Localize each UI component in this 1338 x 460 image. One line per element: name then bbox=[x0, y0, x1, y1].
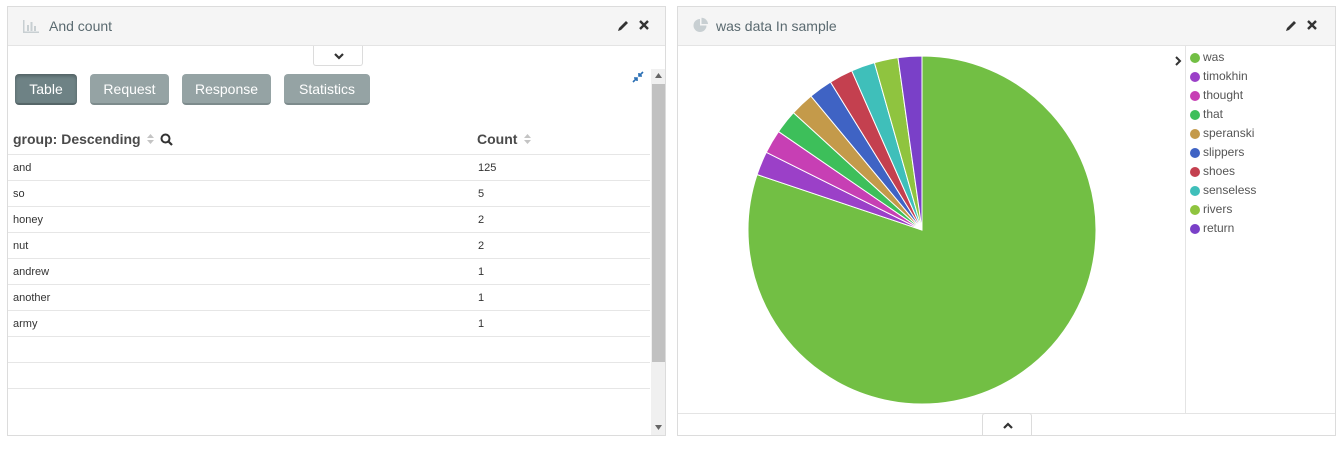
legend-label: slippers bbox=[1203, 145, 1245, 159]
search-icon[interactable] bbox=[160, 133, 174, 146]
column-header-group[interactable]: group: Descending bbox=[13, 131, 174, 147]
legend-label: return bbox=[1203, 221, 1235, 235]
cell-group: and bbox=[13, 162, 32, 174]
tab-response[interactable]: Response bbox=[182, 74, 271, 105]
scroll-up-icon[interactable] bbox=[655, 73, 662, 78]
chevron-down-icon bbox=[334, 53, 344, 60]
legend-dot-icon bbox=[1190, 167, 1200, 177]
tab-request[interactable]: Request bbox=[90, 74, 169, 105]
collapse-tab[interactable] bbox=[313, 46, 363, 66]
table-row: nut 2 bbox=[8, 232, 650, 258]
cell-group: so bbox=[13, 188, 25, 200]
legend-dot-icon bbox=[1190, 205, 1200, 215]
chevron-up-icon bbox=[1003, 422, 1013, 429]
pie-chart bbox=[747, 55, 1097, 405]
legend-dot-icon bbox=[1190, 53, 1200, 63]
compress-icon[interactable] bbox=[631, 70, 645, 84]
legend-label: was bbox=[1203, 50, 1225, 64]
table-row: andrew 1 bbox=[8, 258, 650, 284]
cell-count: 2 bbox=[478, 240, 485, 252]
cell-group: andrew bbox=[13, 266, 50, 278]
legend-dot-icon bbox=[1190, 129, 1200, 139]
tab-table[interactable]: Table bbox=[15, 74, 77, 105]
cell-count: 2 bbox=[478, 214, 485, 226]
table-row-empty bbox=[8, 388, 650, 414]
sort-icon[interactable] bbox=[523, 133, 532, 145]
chart-panel: was data In sample was timokhin thought tha… bbox=[677, 6, 1336, 436]
table-row: so 5 bbox=[8, 180, 650, 206]
table-row: army 1 bbox=[8, 310, 650, 336]
table-panel: And count Table Request Response Statist… bbox=[7, 6, 666, 436]
legend-label: that bbox=[1203, 107, 1224, 121]
panel-header: was data In sample bbox=[678, 7, 1335, 46]
pencil-icon[interactable] bbox=[1284, 19, 1298, 33]
panel-header: And count bbox=[8, 7, 665, 46]
legend-label: thought bbox=[1203, 88, 1244, 102]
cell-group: another bbox=[13, 292, 51, 304]
legend-label: rivers bbox=[1203, 202, 1233, 216]
pie-chart-icon bbox=[693, 17, 708, 32]
legend-dot-icon bbox=[1190, 186, 1200, 196]
expand-tab[interactable] bbox=[982, 413, 1032, 435]
table-row: honey 2 bbox=[8, 206, 650, 232]
cell-count: 125 bbox=[478, 162, 497, 174]
close-icon[interactable] bbox=[637, 18, 651, 32]
scroll-down-icon[interactable] bbox=[655, 425, 662, 430]
legend-label: shoes bbox=[1203, 164, 1236, 178]
bar-chart-icon bbox=[23, 20, 39, 33]
panel-title: was data In sample bbox=[716, 18, 837, 34]
legend-dot-icon bbox=[1190, 148, 1200, 158]
legend-label: speranski bbox=[1203, 126, 1255, 140]
legend-dot-icon bbox=[1190, 72, 1200, 82]
table-row-empty bbox=[8, 336, 650, 362]
legend-dot-icon bbox=[1190, 110, 1200, 120]
legend-label: senseless bbox=[1203, 183, 1257, 197]
cell-group: honey bbox=[13, 214, 43, 226]
column-header-count[interactable]: Count bbox=[477, 131, 532, 147]
cell-group: army bbox=[13, 318, 38, 330]
tab-statistics[interactable]: Statistics bbox=[284, 74, 370, 105]
legend-dot-icon bbox=[1190, 224, 1200, 234]
scrollbar[interactable] bbox=[651, 69, 665, 435]
panel-title: And count bbox=[49, 18, 113, 34]
cell-count: 1 bbox=[478, 292, 485, 304]
legend-label: timokhin bbox=[1203, 69, 1248, 83]
table-row: another 1 bbox=[8, 284, 650, 310]
cell-count: 1 bbox=[478, 266, 485, 278]
legend-dot-icon bbox=[1190, 91, 1200, 101]
scroll-thumb[interactable] bbox=[652, 84, 665, 362]
close-icon[interactable] bbox=[1305, 18, 1319, 32]
cell-count: 1 bbox=[478, 318, 485, 330]
chart-legend: was timokhin thought that speranski slippers s… bbox=[1185, 46, 1335, 414]
table-row-empty bbox=[8, 362, 650, 388]
sort-icon[interactable] bbox=[146, 133, 155, 145]
pencil-icon[interactable] bbox=[616, 19, 630, 33]
chevron-right-icon[interactable] bbox=[1173, 55, 1183, 67]
cell-count: 5 bbox=[478, 188, 485, 200]
table-row: and 125 bbox=[8, 154, 650, 180]
cell-group: nut bbox=[13, 240, 29, 252]
